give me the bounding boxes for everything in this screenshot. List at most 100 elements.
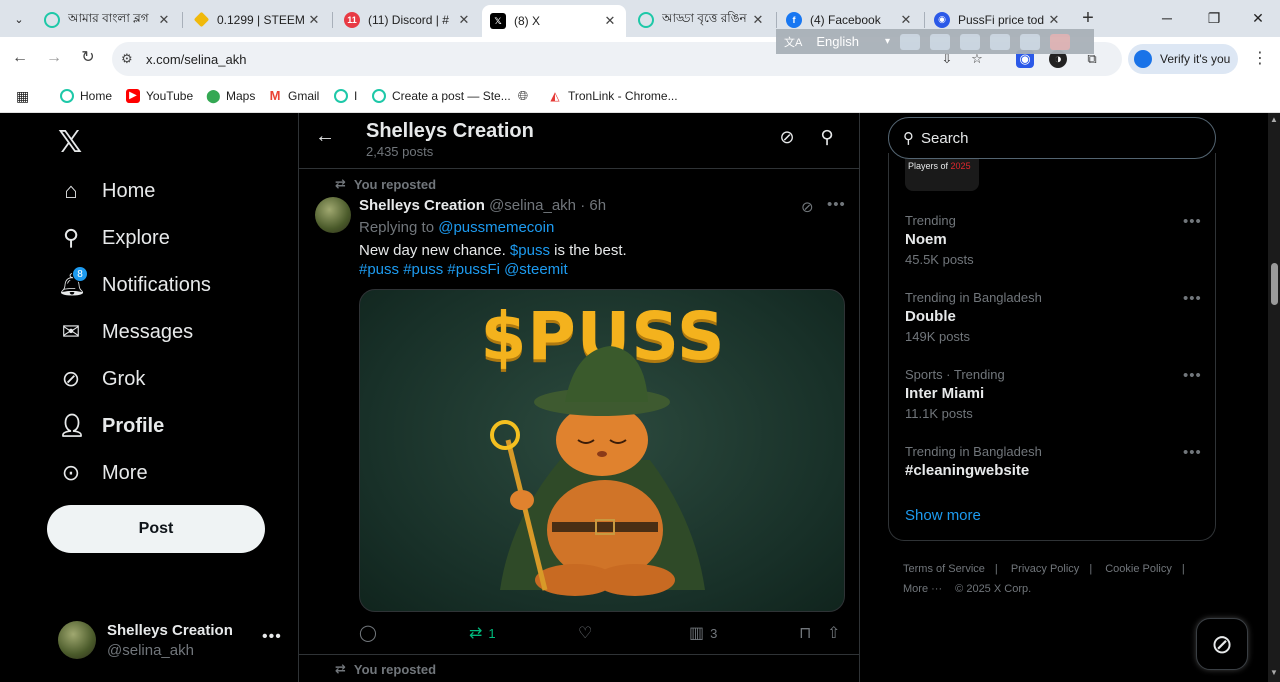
reload-icon[interactable]: ↻	[77, 47, 99, 69]
help-icon[interactable]	[1020, 33, 1041, 50]
browser-tab-4-active[interactable]: 𝕏 (8) X ✕	[482, 5, 626, 37]
translate-tool-icon[interactable]	[990, 33, 1011, 50]
account-switcher[interactable]: Shelleys Creation @selina_akh •••	[58, 618, 288, 660]
more-horizontal-icon[interactable]: •••	[262, 628, 282, 646]
more-horizontal-icon[interactable]: •••	[1183, 290, 1202, 307]
nav-more[interactable]: ⊙ More	[58, 453, 148, 493]
new-tab-plus-icon[interactable]: +	[1078, 7, 1098, 29]
scroll-up-arrow-icon[interactable]: ▲	[1270, 115, 1278, 124]
retweet-button[interactable]: ⇄ 1	[469, 623, 496, 643]
show-more-link[interactable]: Show more	[905, 507, 981, 524]
translate-dropdown-icon[interactable]: ▾	[885, 36, 890, 47]
heart-icon: ♡	[578, 625, 593, 642]
promo-card-year: 2025	[950, 161, 971, 171]
footer-more-link[interactable]: More ···	[903, 583, 942, 595]
search-input[interactable]: ⚲ Search	[888, 117, 1216, 159]
post-button[interactable]: Post	[47, 505, 265, 553]
close-tab-icon[interactable]: ✕	[1046, 12, 1062, 28]
verify-profile-button[interactable]: Verify it's you	[1128, 44, 1238, 74]
page-scrollbar[interactable]: ▲ ▼	[1268, 113, 1280, 682]
tweet-text-part: is the best.	[549, 242, 627, 259]
translate-overlay-bar[interactable]: 文A English ▾	[776, 29, 1094, 54]
reply-button[interactable]: ◯	[359, 623, 383, 643]
privacy-link[interactable]: Privacy Policy	[1011, 563, 1079, 575]
back-arrow-icon[interactable]: ←	[315, 125, 335, 148]
tab-search-chevron-icon[interactable]: ⌄	[8, 8, 30, 30]
more-horizontal-icon[interactable]: •••	[1183, 367, 1202, 384]
forward-arrow-icon[interactable]: →	[43, 47, 65, 69]
browser-tab-2[interactable]: 0.1299 | STEEM ✕	[186, 5, 330, 34]
restore-window-icon[interactable]: ❐	[1202, 6, 1226, 30]
more-horizontal-icon[interactable]: •••	[1183, 213, 1202, 230]
bookmark-button[interactable]: ⊓	[799, 623, 817, 643]
close-window-icon[interactable]: ✕	[1246, 6, 1270, 30]
tweet-media-image[interactable]: $PUSS	[359, 289, 845, 612]
close-tab-icon[interactable]: ✕	[156, 12, 172, 28]
hashtag-links[interactable]: #puss #puss #pussFi @steemit	[359, 261, 568, 278]
bookmark-home[interactable]: Home	[60, 86, 112, 106]
cookie-link[interactable]: Cookie Policy	[1105, 563, 1172, 575]
trend-item[interactable]: Trending in Bangladesh Double 149K posts…	[905, 290, 1205, 354]
tweet-time[interactable]: 6h	[589, 197, 606, 214]
bookmark-maps[interactable]: ⬤ Maps	[206, 86, 255, 106]
chrome-menu-icon[interactable]: ⋮	[1252, 48, 1268, 68]
share-button[interactable]: ⇧	[827, 623, 846, 643]
tweet-author[interactable]: Shelleys Creation	[359, 197, 485, 214]
like-button[interactable]: ♡	[578, 623, 598, 643]
nav-messages[interactable]: ✉ Messages	[58, 312, 193, 352]
x-logo-icon[interactable]: 𝕏	[58, 125, 82, 160]
url-text[interactable]: x.com/selina_akh	[146, 52, 246, 67]
bookmark-globe[interactable]: 🌐︎	[516, 86, 536, 106]
bookmark-tronlink[interactable]: ◭ TronLink - Chrome...	[548, 86, 677, 106]
browser-tab-1[interactable]: আমার বাংলা ব্লগ ✕	[36, 5, 180, 34]
terms-link[interactable]: Terms of Service	[903, 563, 985, 575]
more-horizontal-icon[interactable]: •••	[827, 196, 846, 213]
trend-item[interactable]: Trending Noem 45.5K posts •••	[905, 213, 1205, 277]
profile-avatar-icon	[1134, 50, 1152, 68]
close-tab-icon[interactable]: ✕	[456, 12, 472, 28]
minimize-window-icon[interactable]: ─	[1155, 6, 1179, 30]
browser-tab-3[interactable]: 11 (11) Discord | # ✕	[336, 5, 480, 34]
trend-item[interactable]: Sports · Trending Inter Miami 11.1K post…	[905, 367, 1205, 431]
more-horizontal-icon[interactable]: •••	[1183, 444, 1202, 461]
nav-grok[interactable]: ⊘ Grok	[58, 359, 146, 399]
back-arrow-icon[interactable]: ←	[9, 47, 31, 69]
promo-card[interactable]: Players of 2025	[905, 157, 979, 191]
tweet-handle[interactable]: @selina_akh	[489, 197, 576, 214]
grok-icon[interactable]: ⊘	[801, 198, 814, 216]
site-settings-icon[interactable]: ⚙	[121, 51, 133, 67]
search-icon[interactable]: ⚲	[816, 127, 838, 148]
nav-notifications[interactable]: 🔔︎ 8 Notifications	[58, 265, 211, 305]
nav-home[interactable]: ⌂ Home	[58, 171, 155, 211]
cashtag-link[interactable]: $puss	[510, 242, 550, 259]
views-button[interactable]: ▥ 3	[689, 623, 717, 643]
close-tab-icon[interactable]: ✕	[898, 12, 914, 28]
close-tab-icon[interactable]: ✕	[750, 12, 766, 28]
close-tab-icon[interactable]: ✕	[602, 13, 618, 29]
translate-language[interactable]: English	[816, 34, 859, 49]
bookmark-youtube[interactable]: ▶ YouTube	[126, 86, 193, 106]
translate-tool-icon[interactable]	[930, 33, 951, 50]
tweet[interactable]: ⇄ You reposted Shelleys Creation @selina…	[299, 170, 859, 655]
bookmark-i[interactable]: I	[334, 86, 357, 106]
close-tab-icon[interactable]: ✕	[306, 12, 322, 28]
replying-to-link[interactable]: @pussmemecoin	[438, 219, 554, 236]
scroll-down-arrow-icon[interactable]: ▼	[1270, 668, 1278, 677]
apps-grid-icon[interactable]: ▦	[16, 86, 29, 106]
scroll-thumb[interactable]	[1271, 263, 1278, 305]
nav-profile[interactable]: 👤︎ Profile	[58, 406, 164, 446]
nav-label: More	[102, 461, 148, 484]
browser-tab-5[interactable]: আড্ডা বৃত্তে রঙিন ✕	[630, 5, 774, 34]
close-translate-icon[interactable]	[1050, 33, 1071, 50]
grok-floating-button[interactable]: ⊘	[1196, 618, 1248, 670]
translate-tool-icon[interactable]	[900, 33, 921, 50]
grok-icon[interactable]: ⊘	[776, 127, 798, 148]
right-sidebar: Players of 2025 Trending Noem 45.5K post…	[860, 113, 1268, 682]
trend-item[interactable]: Trending in Bangladesh #cleaningwebsite …	[905, 444, 1205, 508]
discord-icon: 11	[344, 11, 360, 28]
bookmark-gmail[interactable]: M Gmail	[268, 86, 320, 106]
nav-explore[interactable]: ⚲ Explore	[58, 218, 170, 258]
avatar[interactable]	[315, 197, 351, 233]
translate-tool-icon[interactable]	[960, 33, 981, 50]
bookmark-create-post[interactable]: Create a post — Ste...	[372, 86, 511, 106]
